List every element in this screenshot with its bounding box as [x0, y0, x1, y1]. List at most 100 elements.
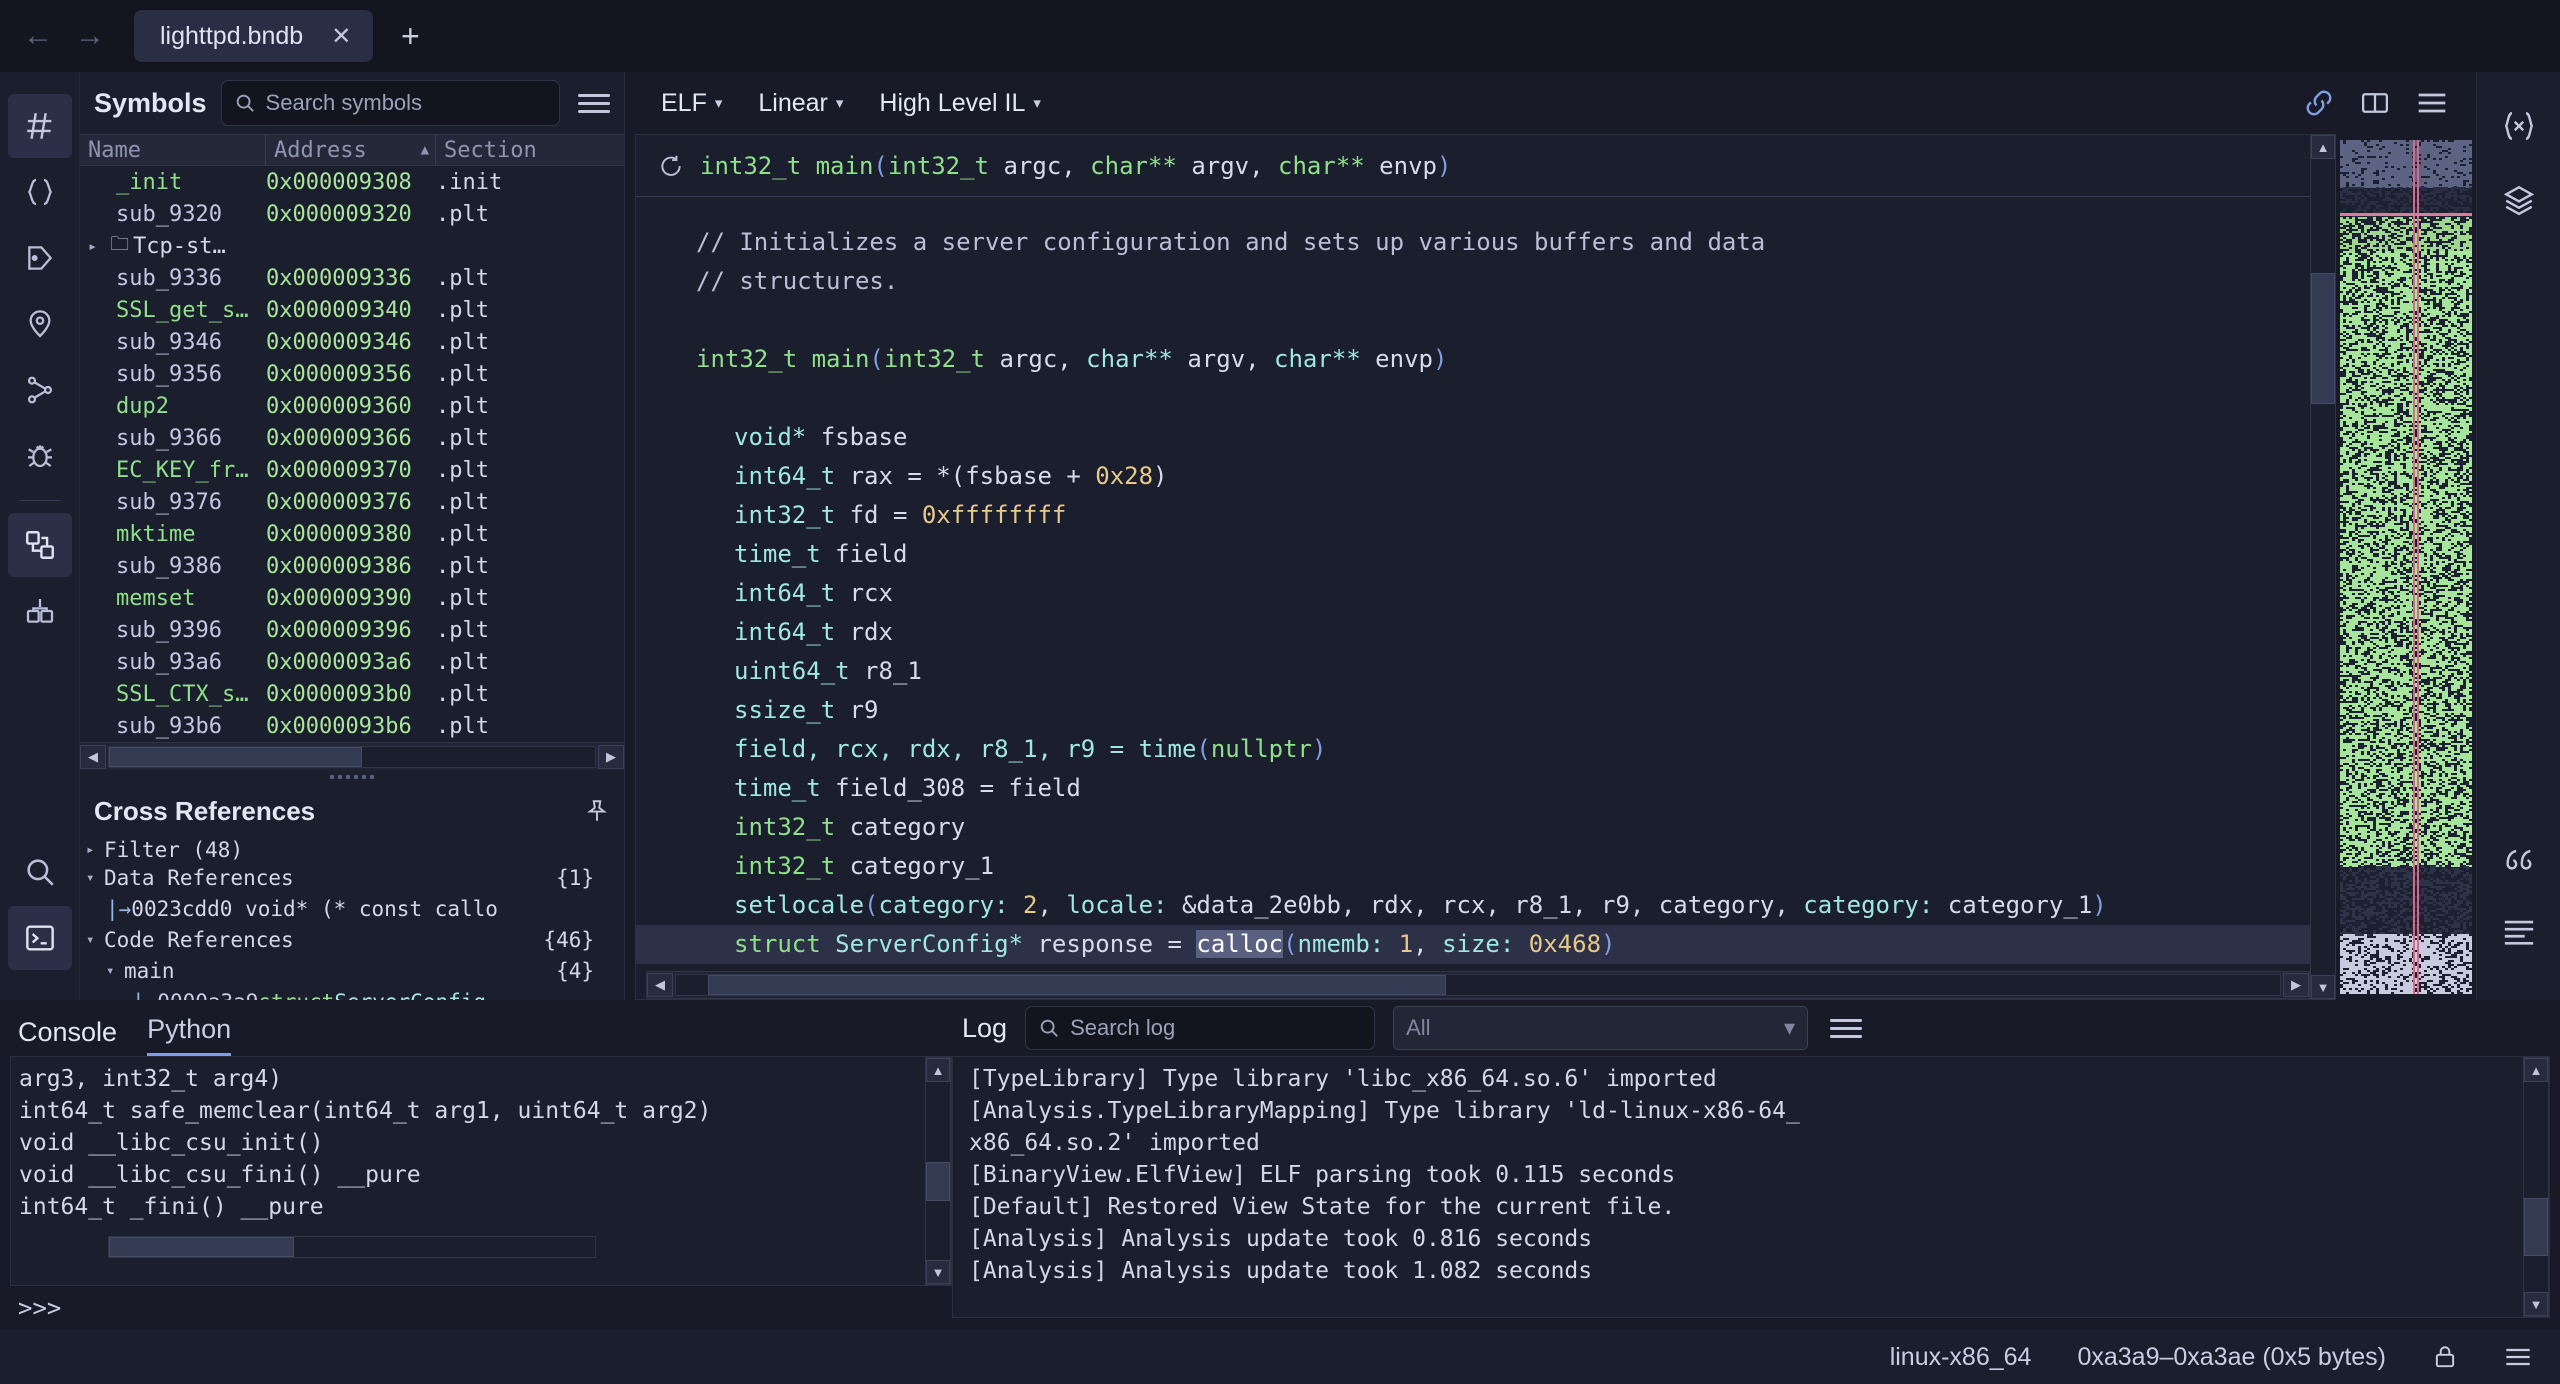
- table-row[interactable]: sub_9346 0x000009346 .plt: [80, 326, 624, 358]
- scroll-right-icon[interactable]: ▶: [598, 744, 624, 769]
- layers-icon[interactable]: [2487, 168, 2551, 232]
- table-row[interactable]: EC_KEY_fr… 0x000009370 .plt: [80, 454, 624, 486]
- components-icon[interactable]: [7, 513, 72, 577]
- code-line[interactable]: ssize_t r9: [636, 691, 2310, 730]
- symbols-options-icon[interactable]: [574, 90, 614, 117]
- table-row[interactable]: sub_9366 0x000009366 .plt: [80, 422, 624, 454]
- code-line[interactable]: time_t field_308 = field: [636, 769, 2310, 808]
- new-tab-button[interactable]: +: [389, 18, 431, 55]
- view-mode-dropdown[interactable]: Linear ▾: [740, 89, 861, 118]
- scroll-track[interactable]: [926, 1082, 950, 1260]
- code-line[interactable]: // structures.: [636, 262, 2310, 301]
- table-row[interactable]: SSL_CTX_s… 0x0000093b0 .plt: [80, 678, 624, 710]
- scroll-thumb[interactable]: [2524, 1197, 2548, 1257]
- log-level-dropdown[interactable]: All ▾: [1393, 1006, 1809, 1050]
- table-row[interactable]: SSL_get_s… 0x000009340 .plt: [80, 294, 624, 326]
- scroll-track[interactable]: [2311, 159, 2335, 975]
- list-icon[interactable]: [2487, 900, 2551, 964]
- table-row[interactable]: sub_9386 0x000009386 .plt: [80, 550, 624, 582]
- symbols-horizontal-scrollbar[interactable]: ◀ ▶: [80, 742, 624, 770]
- list-item[interactable]: |→ 0023cdd0 void* (* const callo: [80, 893, 624, 924]
- code-line[interactable]: int64_t rdx: [636, 613, 2310, 652]
- column-header-address[interactable]: Address ▲: [266, 134, 436, 166]
- scroll-track[interactable]: [108, 1236, 596, 1258]
- cross-references-icon[interactable]: [8, 358, 72, 422]
- code-line[interactable]: struct ServerConfig* response = calloc(n…: [636, 925, 2310, 964]
- console-vertical-scrollbar[interactable]: ▲ ▼: [925, 1057, 951, 1285]
- code-line[interactable]: [636, 379, 2310, 418]
- chevron-down-icon[interactable]: ▾: [106, 963, 124, 979]
- scroll-thumb[interactable]: [708, 975, 1446, 995]
- split-pane-icon[interactable]: [2360, 88, 2390, 118]
- xref-filter-row[interactable]: ▸ Filter (48): [80, 838, 624, 862]
- terminal-icon[interactable]: [7, 906, 72, 970]
- scroll-right-icon[interactable]: ▶: [2283, 973, 2309, 997]
- stack-view-icon[interactable]: [8, 579, 72, 643]
- tab-lighttpd-bndb[interactable]: lighttpd.bndb ✕: [134, 10, 374, 62]
- code-line[interactable]: int32_t category_1: [636, 847, 2310, 886]
- column-header-section[interactable]: Section: [436, 134, 546, 166]
- debugger-icon[interactable]: [8, 424, 72, 488]
- code-line[interactable]: setlocale(category: 2, locale: &data_2e0…: [636, 886, 2310, 925]
- reload-icon[interactable]: [658, 153, 684, 179]
- tags-icon[interactable]: [8, 226, 72, 290]
- scroll-down-icon[interactable]: ▼: [926, 1260, 950, 1284]
- scroll-left-icon[interactable]: ◀: [647, 973, 673, 997]
- python-prompt[interactable]: >>>: [0, 1286, 952, 1330]
- list-item[interactable]: ▾ Data References {1}: [80, 862, 624, 893]
- options-menu-icon[interactable]: [2416, 90, 2448, 116]
- scroll-left-icon[interactable]: ◀: [80, 744, 106, 769]
- quotes-icon[interactable]: [2487, 826, 2551, 890]
- table-row[interactable]: sub_9396 0x000009396 .plt: [80, 614, 624, 646]
- chevron-down-icon[interactable]: ▾: [86, 932, 104, 948]
- scroll-thumb[interactable]: [109, 1237, 294, 1257]
- chevron-down-icon[interactable]: ▾: [86, 870, 104, 886]
- variables-icon[interactable]: [2487, 94, 2551, 158]
- code-line[interactable]: int64_t rcx: [636, 574, 2310, 613]
- search-icon[interactable]: [8, 840, 72, 904]
- tab-console[interactable]: Console: [18, 1017, 117, 1056]
- list-item[interactable]: ▾ main {4}: [80, 955, 624, 986]
- code-line[interactable]: time_t field: [636, 535, 2310, 574]
- table-row[interactable]: mktime 0x000009380 .plt: [80, 518, 624, 550]
- code-line[interactable]: int32_t main(int32_t argc, char** argv, …: [636, 340, 2310, 379]
- table-row[interactable]: sub_93b6 0x0000093b6 .plt: [80, 710, 624, 742]
- table-row[interactable]: sub_9320 0x000009320 .plt: [80, 198, 624, 230]
- search-log-input[interactable]: Search log: [1025, 1006, 1376, 1050]
- code-line[interactable]: if (response == 0): [636, 964, 2310, 971]
- xrefs-horizontal-scrollbar[interactable]: ◀ ▶: [80, 1234, 624, 1259]
- chevron-right-icon[interactable]: ▸: [86, 842, 104, 858]
- scroll-thumb[interactable]: [2311, 273, 2335, 404]
- code-lines[interactable]: // Initializes a server configuration an…: [636, 197, 2310, 971]
- scroll-up-icon[interactable]: ▲: [926, 1058, 950, 1082]
- table-row[interactable]: _init 0x000009308 .init: [80, 166, 624, 198]
- code-line[interactable]: int64_t rax = *(fsbase + 0x28): [636, 457, 2310, 496]
- scroll-track[interactable]: [2524, 1082, 2548, 1292]
- symbols-icon[interactable]: [7, 94, 72, 158]
- code-line[interactable]: int32_t category: [636, 808, 2310, 847]
- scroll-thumb[interactable]: [109, 746, 362, 767]
- memory-map-icon[interactable]: [8, 292, 72, 356]
- link-icon[interactable]: [2304, 88, 2334, 118]
- minimap-canvas[interactable]: [2340, 140, 2472, 994]
- scroll-track[interactable]: [675, 974, 2281, 996]
- hamburger-icon[interactable]: [2504, 1346, 2532, 1368]
- pin-icon[interactable]: [584, 798, 610, 824]
- table-row[interactable]: sub_9356 0x000009356 .plt: [80, 358, 624, 390]
- log-vertical-scrollbar[interactable]: ▲ ▼: [2523, 1057, 2549, 1317]
- table-row[interactable]: dup2 0x000009360 .plt: [80, 390, 624, 422]
- table-row[interactable]: memset 0x000009390 .plt: [80, 582, 624, 614]
- il-level-dropdown[interactable]: High Level IL ▾: [861, 89, 1058, 118]
- tab-python[interactable]: Python: [147, 1014, 232, 1056]
- code-vertical-scrollbar[interactable]: ▲ ▼: [2310, 134, 2336, 1000]
- code-line[interactable]: [636, 301, 2310, 340]
- binary-minimap[interactable]: [2336, 134, 2476, 1000]
- scroll-up-icon[interactable]: ▲: [2524, 1058, 2548, 1082]
- chevron-right-icon[interactable]: ▸: [88, 237, 106, 255]
- table-row[interactable]: sub_93a6 0x0000093a6 .plt: [80, 646, 624, 678]
- code-line[interactable]: // Initializes a server configuration an…: [636, 223, 2310, 262]
- scroll-up-icon[interactable]: ▲: [2311, 135, 2335, 159]
- column-header-name[interactable]: Name: [80, 134, 266, 166]
- search-symbols-input[interactable]: Search symbols: [220, 80, 560, 126]
- table-row[interactable]: ▸ 🗀 Tcp-st…: [80, 230, 624, 262]
